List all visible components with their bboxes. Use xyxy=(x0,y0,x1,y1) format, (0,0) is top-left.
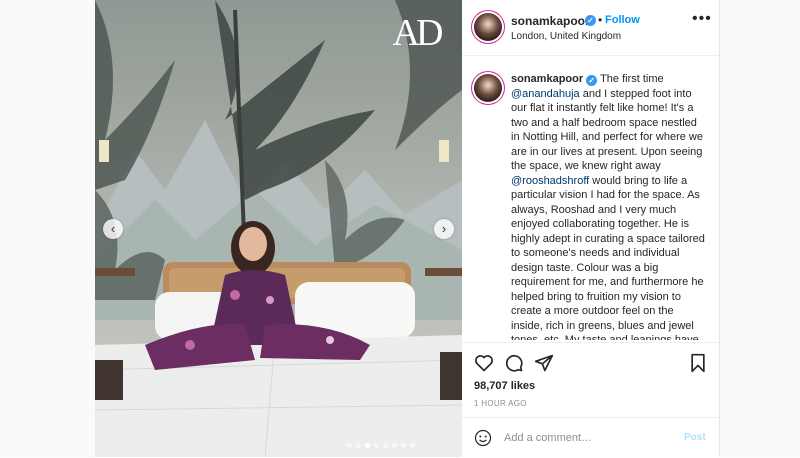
post-details-panel: sonamkapoor ✓ • Follow London, United Ki… xyxy=(462,0,720,457)
bedroom-illustration xyxy=(95,0,462,457)
post-timestamp[interactable]: 1 HOUR AGO xyxy=(474,399,527,408)
caption-text: and I stepped foot into our flat it inst… xyxy=(511,87,703,173)
more-options-icon[interactable]: ••• xyxy=(692,10,712,28)
next-photo-button[interactable]: › xyxy=(434,219,454,239)
post-comment-button[interactable]: Post xyxy=(684,432,706,443)
post-header: sonamkapoor ✓ • Follow London, United Ki… xyxy=(462,0,719,56)
caption-text: The first time xyxy=(600,73,664,85)
post-photo[interactable]: ‹ › xyxy=(95,0,462,457)
page-background-right xyxy=(719,0,800,457)
emoji-icon[interactable] xyxy=(474,429,492,447)
caption-text: would bring to life a particular vision … xyxy=(511,174,705,341)
post-location[interactable]: London, United Kingdom xyxy=(511,31,621,42)
separator-dot: • xyxy=(598,13,603,27)
add-comment-bar: Post xyxy=(462,417,719,458)
caption-username[interactable]: sonamkapoor xyxy=(511,73,583,85)
carousel-dot xyxy=(374,443,379,448)
post-caption: sonamkapoor ✓ The first time @anandahuja… xyxy=(511,72,707,340)
carousel-indicator xyxy=(347,443,415,448)
previous-photo-button[interactable]: ‹ xyxy=(103,219,123,239)
carousel-dot xyxy=(383,443,388,448)
verified-badge-icon: ✓ xyxy=(585,15,596,26)
share-icon[interactable] xyxy=(534,353,554,373)
heart-icon[interactable] xyxy=(474,353,494,373)
post-actions-bar xyxy=(462,342,719,383)
avatar[interactable] xyxy=(474,13,502,41)
carousel-dot xyxy=(356,443,361,448)
comment-input[interactable] xyxy=(504,428,674,448)
carousel-dot-active xyxy=(365,443,370,448)
carousel-dot xyxy=(392,443,397,448)
carousel-dot xyxy=(401,443,406,448)
carousel-dot xyxy=(347,443,352,448)
post-username[interactable]: sonamkapoor xyxy=(511,14,590,28)
page-background-left xyxy=(0,0,95,457)
mention-link[interactable]: @anandahuja xyxy=(511,88,580,100)
bookmark-icon[interactable] xyxy=(688,353,708,373)
mention-link[interactable]: @rooshadshroff xyxy=(511,175,589,187)
follow-button[interactable]: Follow xyxy=(605,14,640,26)
verified-badge-icon: ✓ xyxy=(586,75,598,86)
caption-avatar[interactable] xyxy=(474,74,502,102)
like-count[interactable]: 98,707 likes xyxy=(474,380,535,392)
comment-icon[interactable] xyxy=(504,353,524,373)
ad-logo: AD xyxy=(392,12,444,54)
carousel-dot xyxy=(410,443,415,448)
